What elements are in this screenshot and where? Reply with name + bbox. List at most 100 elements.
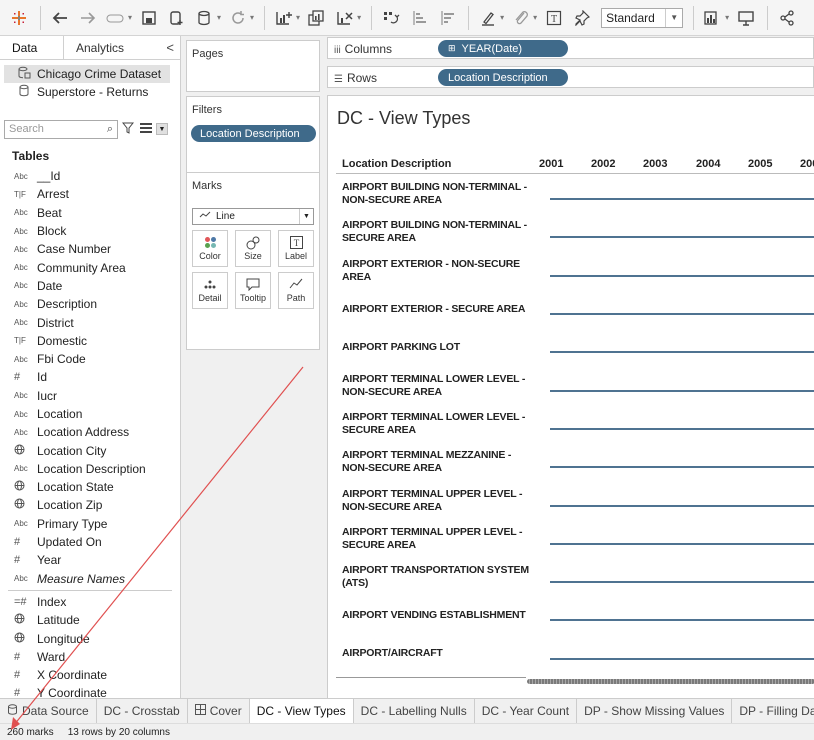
field-community-area[interactable]: Abc Community Area — [0, 258, 180, 276]
field-index[interactable]: =# Index — [0, 593, 180, 611]
tab-data[interactable]: Data — [0, 36, 64, 59]
sheet-tab-dc-labelling-nulls[interactable]: DC - Labelling Nulls — [354, 699, 475, 723]
chevron-down-icon[interactable]: ▾ — [500, 13, 504, 22]
field-primary-type[interactable]: Abc Primary Type — [0, 515, 180, 533]
year-header-2003[interactable]: 2003 — [643, 158, 667, 170]
line-mark[interactable] — [550, 313, 814, 316]
field-arrest[interactable]: T|F Arrest — [0, 185, 180, 203]
field-case-number[interactable]: Abc Case Number — [0, 240, 180, 258]
columns-shelf[interactable]: iii Columns ⊞ YEAR(Date) — [327, 37, 814, 59]
field-updated-on[interactable]: # Updated On — [0, 533, 180, 551]
year-header-2005[interactable]: 2005 — [748, 158, 772, 170]
field-fbi-code[interactable]: Abc Fbi Code — [0, 350, 180, 368]
search-input[interactable]: Search ⌕ — [4, 119, 118, 139]
datasource-item-superstore[interactable]: Superstore - Returns — [4, 83, 170, 101]
columns-pill-year[interactable]: ⊞ YEAR(Date) — [438, 40, 568, 57]
sheet-tab-dp-show-missing-values[interactable]: DP - Show Missing Values — [577, 699, 733, 723]
year-header-2002[interactable]: 2002 — [591, 158, 615, 170]
field-beat[interactable]: Abc Beat — [0, 204, 180, 222]
tooltip-button[interactable]: Tooltip — [235, 272, 271, 309]
horizontal-scrollbar[interactable] — [527, 679, 814, 684]
year-header-2001[interactable]: 2001 — [539, 158, 563, 170]
field-block[interactable]: Abc Block — [0, 222, 180, 240]
label-button[interactable]: T Label — [278, 230, 314, 267]
field-location-city[interactable]: Location City — [0, 441, 180, 459]
line-mark[interactable] — [550, 427, 814, 430]
row-label[interactable]: AIRPORT TRANSPORTATION SYSTEM (ATS) — [342, 558, 532, 596]
row-label[interactable]: AIRPORT/AIRCRAFT — [342, 635, 532, 673]
toggle-icon[interactable] — [103, 5, 129, 31]
line-mark[interactable] — [550, 581, 814, 584]
chevron-down-icon[interactable]: ▾ — [357, 13, 361, 22]
new-datasource-icon[interactable] — [164, 5, 190, 31]
field-location-zip[interactable]: Location Zip — [0, 496, 180, 514]
field-iucr[interactable]: Abc Iucr — [0, 387, 180, 405]
sheet-tab-dc-crosstab[interactable]: DC - Crosstab — [97, 699, 188, 723]
field-longitude[interactable]: Longitude — [0, 629, 180, 647]
field-location[interactable]: Abc Location — [0, 405, 180, 423]
color-button[interactable]: Color — [192, 230, 228, 267]
chevron-down-icon[interactable]: ▾ — [250, 13, 254, 22]
line-mark[interactable] — [550, 542, 814, 545]
field-year[interactable]: # Year — [0, 551, 180, 569]
rows-shelf[interactable]: ☰ Rows Location Description — [327, 66, 814, 88]
highlight-icon[interactable] — [475, 5, 501, 31]
chevron-down-icon[interactable]: ▾ — [296, 13, 300, 22]
sort-desc-icon[interactable] — [434, 5, 460, 31]
duplicate-icon[interactable] — [304, 5, 330, 31]
field-district[interactable]: Abc District — [0, 313, 180, 331]
pin-icon[interactable] — [569, 5, 595, 31]
path-button[interactable]: Path — [278, 272, 314, 309]
field-location-description[interactable]: Abc Location Description — [0, 460, 180, 478]
swap-icon[interactable] — [378, 5, 404, 31]
refresh-icon[interactable] — [225, 5, 251, 31]
sheet-tab-data-source[interactable]: Data Source — [0, 699, 97, 723]
sheet-tab-dc-year-count[interactable]: DC - Year Count — [475, 699, 578, 723]
annotate-icon[interactable] — [508, 5, 534, 31]
row-label[interactable]: AIRPORT EXTERIOR - NON-SECURE AREA — [342, 252, 532, 290]
line-mark[interactable] — [550, 351, 814, 354]
field-id[interactable]: # Id — [0, 368, 180, 386]
row-label[interactable]: AIRPORT TERMINAL LOWER LEVEL - NON-SECUR… — [342, 367, 532, 405]
view-canvas[interactable]: DC - View Types Location Description 200… — [327, 95, 814, 698]
datasource-item-chicago[interactable]: Chicago Crime Dataset — [4, 65, 170, 83]
row-label[interactable]: AIRPORT EXTERIOR - SECURE AREA — [342, 290, 532, 328]
sheet-tab-cover[interactable]: Cover — [188, 699, 250, 723]
view-list-icon[interactable] — [138, 122, 154, 136]
year-header-2004[interactable]: 2004 — [696, 158, 720, 170]
chevron-down-icon[interactable]: ▾ — [217, 13, 221, 22]
back-icon[interactable] — [47, 5, 73, 31]
field-latitude[interactable]: Latitude — [0, 611, 180, 629]
collapse-pane-icon[interactable]: < — [164, 36, 180, 59]
pages-shelf[interactable]: Pages — [186, 40, 320, 92]
rows-pill-location-description[interactable]: Location Description — [438, 69, 568, 86]
chevron-down-icon[interactable]: ▾ — [533, 13, 537, 22]
row-label[interactable]: AIRPORT BUILDING NON-TERMINAL - SECURE A… — [342, 213, 532, 251]
field-domestic[interactable]: T|F Domestic — [0, 332, 180, 350]
line-mark[interactable] — [550, 236, 814, 239]
show-me-icon[interactable] — [700, 5, 726, 31]
tab-analytics[interactable]: Analytics — [64, 36, 164, 59]
line-mark[interactable] — [550, 274, 814, 277]
row-label[interactable]: AIRPORT TERMINAL UPPER LEVEL - NON-SECUR… — [342, 481, 532, 519]
new-worksheet-icon[interactable] — [271, 5, 297, 31]
size-button[interactable]: Size — [235, 230, 271, 267]
row-label[interactable]: AIRPORT VENDING ESTABLISHMENT — [342, 596, 532, 634]
filter-pill-location-description[interactable]: Location Description — [191, 125, 316, 142]
mark-type-select[interactable]: Line ▼ — [192, 208, 314, 225]
year-header-2006[interactable]: 2006 — [800, 158, 814, 170]
field-id[interactable]: Abc __Id — [0, 167, 180, 185]
chevron-down-icon[interactable]: ▾ — [128, 13, 132, 22]
chevron-down-icon[interactable]: ▼ — [156, 123, 168, 135]
line-mark[interactable] — [550, 619, 814, 622]
sheet-tab-dp-filling-date-gaps[interactable]: DP - Filling Date Gaps — [732, 699, 814, 723]
sort-asc-icon[interactable] — [406, 5, 432, 31]
line-mark[interactable] — [550, 504, 814, 507]
datasource-icon[interactable] — [192, 5, 218, 31]
row-label[interactable]: AIRPORT PARKING LOT — [342, 328, 532, 366]
sheet-tab-dc-view-types[interactable]: DC - View Types — [249, 699, 354, 723]
line-mark[interactable] — [550, 198, 814, 201]
field-location-address[interactable]: Abc Location Address — [0, 423, 180, 441]
detail-button[interactable]: Detail — [192, 272, 228, 309]
field-x-coordinate[interactable]: # X Coordinate — [0, 666, 180, 684]
